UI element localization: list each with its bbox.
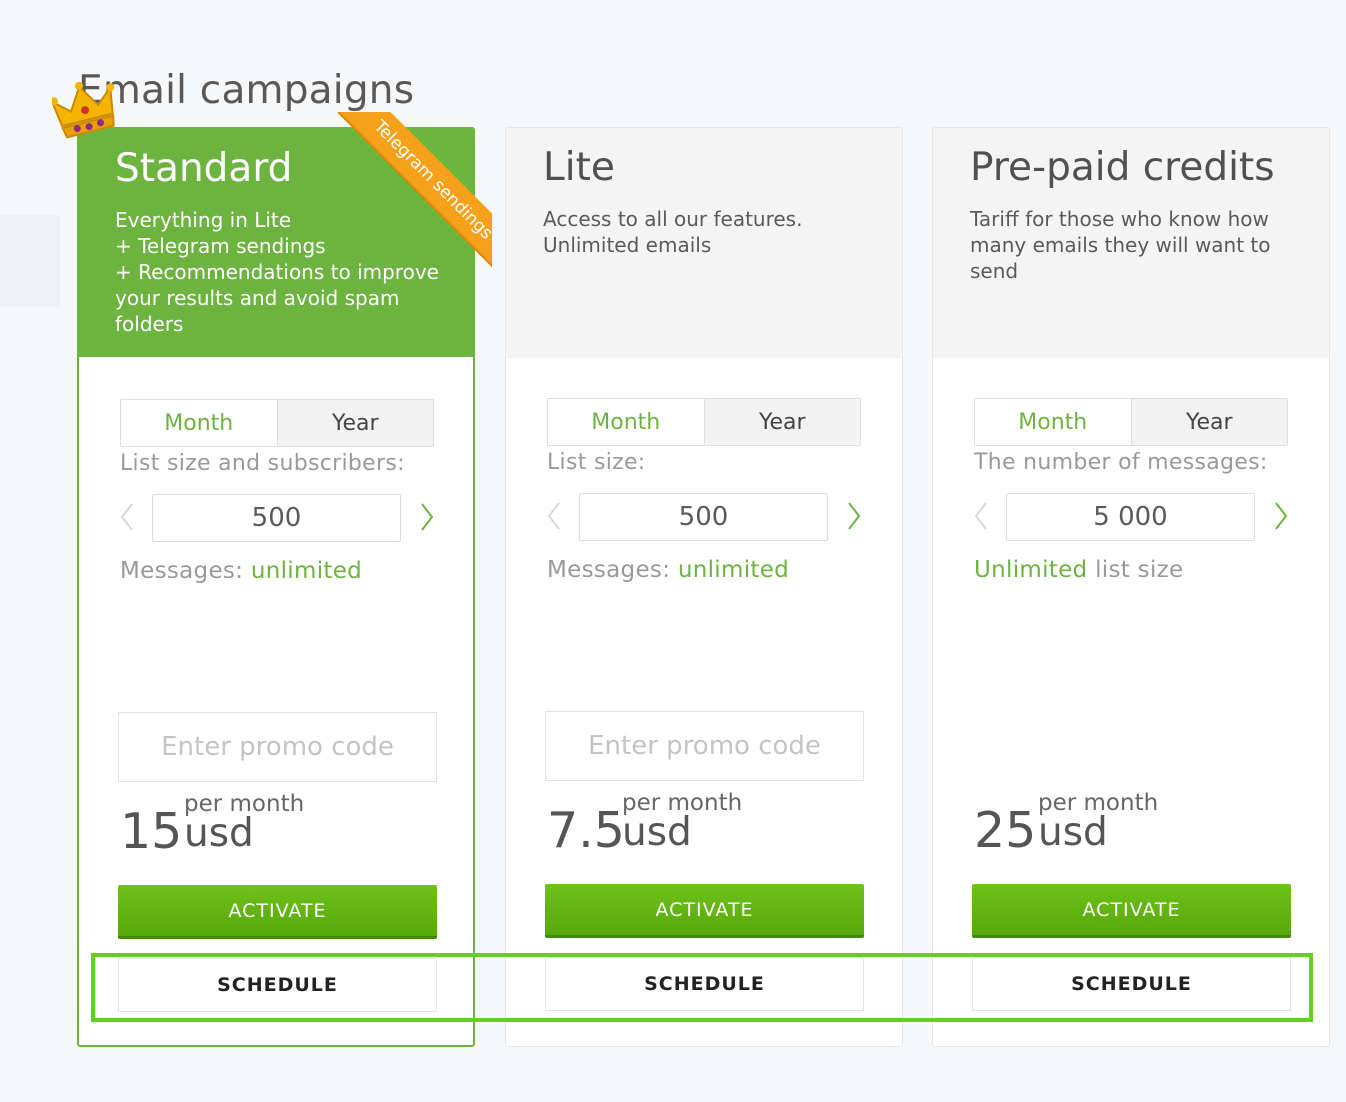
schedule-button[interactable]: SCHEDULE — [972, 957, 1291, 1011]
chevron-right-icon[interactable] — [1269, 498, 1293, 534]
messages-info: Messages: unlimited — [547, 557, 790, 583]
period-toggle: Month Year — [974, 398, 1288, 446]
plan-card-lite: Lite Access to all our features. Unlimit… — [505, 127, 903, 1047]
field-label: List size: — [547, 450, 646, 475]
price-amount: 15 — [120, 803, 183, 860]
chevron-left-icon[interactable] — [542, 498, 566, 534]
field-label: The number of messages: — [974, 450, 1268, 475]
chevron-right-icon[interactable] — [415, 499, 439, 535]
period-year-tab[interactable]: Year — [704, 399, 860, 445]
period-toggle: Month Year — [547, 398, 861, 446]
period-month-tab[interactable]: Month — [975, 399, 1132, 445]
crown-icon — [52, 81, 115, 139]
price-currency: usd — [184, 811, 254, 856]
price-currency: usd — [1038, 810, 1108, 855]
field-label: List size and subscribers: — [120, 451, 405, 476]
plan-name: Pre-paid credits — [970, 145, 1275, 190]
quantity-stepper-value[interactable]: 500 — [152, 494, 401, 542]
period-year-tab[interactable]: Year — [277, 400, 433, 446]
chevron-left-icon[interactable] — [115, 499, 139, 535]
price-currency: usd — [622, 810, 692, 855]
plan-name: Lite — [543, 145, 615, 190]
promo-code-input[interactable] — [118, 712, 437, 782]
telegram-ribbon: Telegram sendings — [310, 112, 492, 294]
quantity-stepper-value[interactable]: 500 — [579, 493, 828, 541]
quantity-stepper-value[interactable]: 5 000 — [1006, 493, 1255, 541]
price-amount: 7.5 — [547, 802, 625, 859]
period-month-tab[interactable]: Month — [121, 400, 278, 446]
plan-header: Lite Access to all our features. Unlimit… — [506, 128, 902, 358]
plan-header: Pre-paid credits Tariff for those who kn… — [933, 128, 1329, 358]
messages-info: Messages: unlimited — [120, 558, 363, 584]
chevron-right-icon[interactable] — [842, 498, 866, 534]
plan-description: Tariff for those who know how many email… — [970, 207, 1271, 283]
plan-description: Access to all our features. Unlimited em… — [543, 207, 803, 257]
schedule-button[interactable]: SCHEDULE — [545, 957, 864, 1011]
promo-code-input[interactable] — [545, 711, 864, 781]
activate-button[interactable]: ACTIVATE — [972, 884, 1291, 938]
period-month-tab[interactable]: Month — [548, 399, 705, 445]
activate-button[interactable]: ACTIVATE — [545, 884, 864, 938]
price-amount: 25 — [974, 802, 1037, 859]
page-title: Email campaigns — [78, 68, 415, 114]
chevron-left-icon[interactable] — [969, 498, 993, 534]
period-year-tab[interactable]: Year — [1131, 399, 1287, 445]
list-size-info: Unlimited list size — [974, 557, 1184, 583]
background-panel-edge — [0, 215, 60, 307]
period-toggle: Month Year — [120, 399, 434, 447]
schedule-button[interactable]: SCHEDULE — [118, 958, 437, 1012]
plan-card-prepaid: Pre-paid credits Tariff for those who kn… — [932, 127, 1330, 1047]
activate-button[interactable]: ACTIVATE — [118, 885, 437, 939]
ribbon-label: Telegram sendings — [338, 112, 492, 275]
